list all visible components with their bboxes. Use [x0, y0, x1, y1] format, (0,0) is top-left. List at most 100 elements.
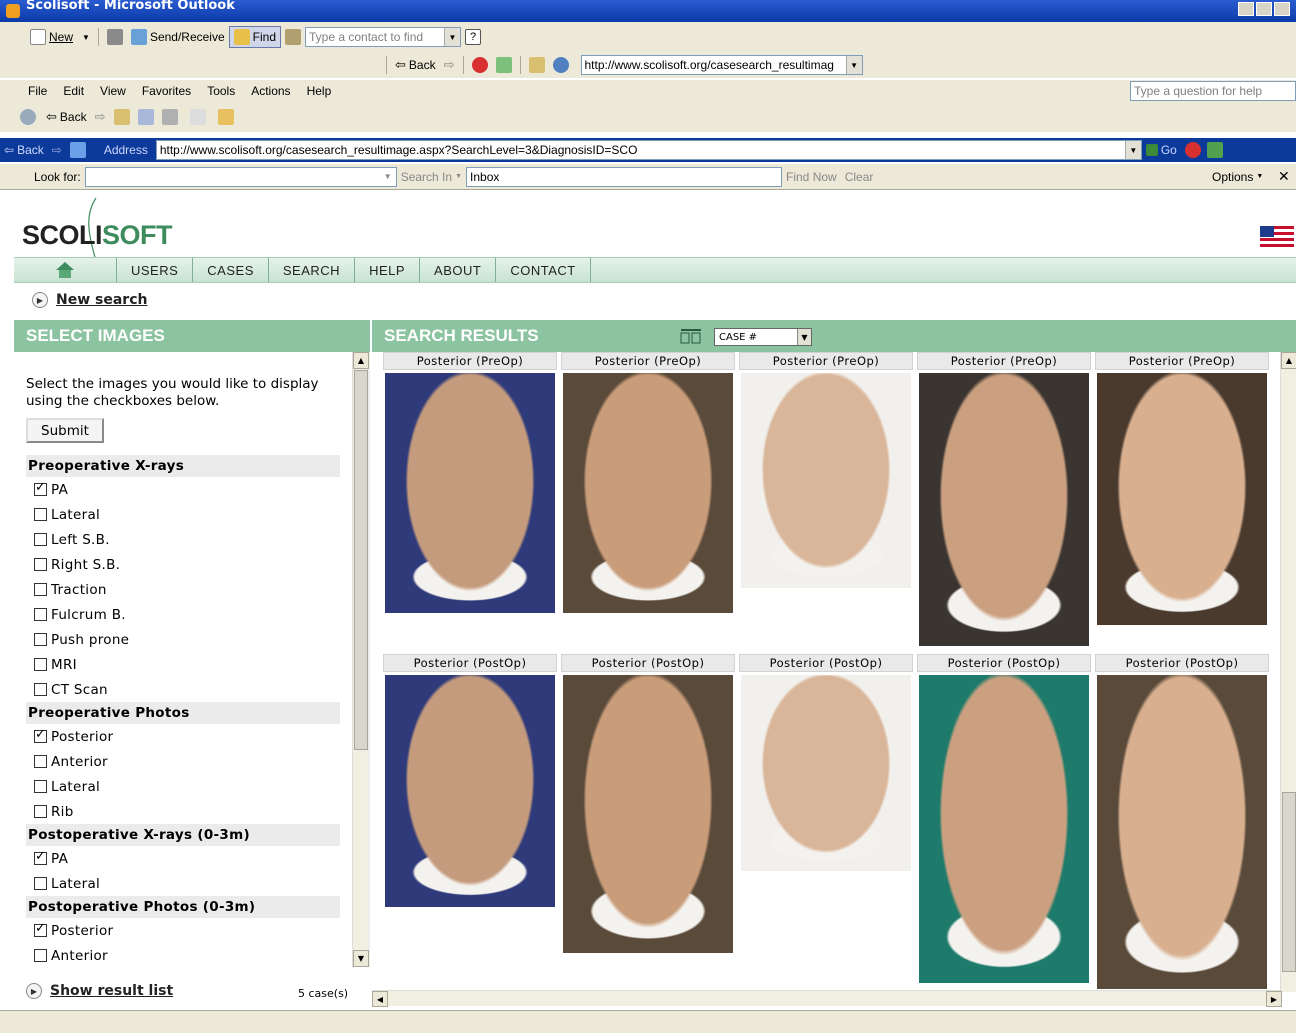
patient-photo[interactable] — [741, 675, 911, 871]
image-option[interactable]: Anterior — [26, 943, 340, 968]
stop-icon[interactable] — [1184, 142, 1201, 158]
image-option[interactable]: Fulcrum B. — [26, 602, 340, 627]
chevron-down-icon[interactable]: ▼ — [1124, 141, 1141, 159]
patient-photo[interactable] — [385, 675, 555, 907]
menu-file[interactable]: File — [20, 84, 55, 98]
address-url-input[interactable]: http://www.scolisoft.org/casesearch_resu… — [155, 140, 1142, 160]
page-icon[interactable] — [1206, 142, 1223, 158]
refresh-icon[interactable] — [69, 142, 86, 158]
option-checkbox[interactable] — [34, 780, 47, 793]
option-checkbox[interactable] — [34, 558, 47, 571]
reading-pane-icon[interactable] — [161, 109, 178, 125]
refresh-icon[interactable] — [495, 57, 512, 73]
chevron-down-icon[interactable]: ▼ — [797, 329, 811, 345]
nav-about[interactable]: ABOUT — [419, 258, 495, 282]
print-button[interactable] — [103, 26, 127, 48]
nav-forward-button[interactable]: ⇨ — [91, 106, 110, 128]
web-url-input[interactable]: http://www.scolisoft.org/casesearch_resu… — [580, 55, 863, 75]
patient-photo[interactable] — [563, 373, 733, 613]
scroll-up-icon[interactable]: ▲ — [353, 352, 369, 369]
image-option[interactable]: Right S.B. — [26, 552, 340, 577]
sort-select[interactable]: CASE # ▼ — [714, 328, 812, 346]
option-checkbox[interactable] — [34, 683, 47, 696]
maximize-button[interactable] — [1256, 2, 1272, 16]
image-option[interactable]: Posterior — [26, 918, 340, 943]
patient-photo[interactable] — [919, 373, 1089, 646]
patient-photo[interactable] — [385, 373, 555, 613]
image-option[interactable]: Rib — [26, 799, 340, 824]
show-result-list-link[interactable]: ▶ Show result list — [26, 983, 173, 999]
nav-search[interactable]: SEARCH — [267, 258, 354, 282]
image-option[interactable]: MRI — [26, 652, 340, 677]
nav-contact[interactable]: CONTACT — [495, 258, 591, 282]
option-checkbox[interactable] — [34, 949, 47, 962]
scroll-thumb[interactable] — [1282, 792, 1296, 972]
menu-view[interactable]: View — [92, 84, 134, 98]
scroll-thumb[interactable] — [354, 370, 368, 750]
folder-list-icon[interactable] — [137, 109, 154, 125]
web-back-button[interactable]: ⇦ Back — [391, 54, 440, 76]
patient-photo[interactable] — [741, 373, 911, 588]
option-checkbox[interactable] — [34, 608, 47, 621]
chevron-down-icon[interactable]: ▼ — [845, 56, 862, 74]
option-checkbox[interactable] — [34, 727, 47, 743]
menu-actions[interactable]: Actions — [243, 84, 298, 98]
scroll-up-icon[interactable]: ▲ — [1281, 352, 1296, 369]
menu-help[interactable]: Help — [299, 84, 340, 98]
image-option[interactable]: Push prone — [26, 627, 340, 652]
search-icon[interactable] — [552, 57, 569, 73]
menu-favorites[interactable]: Favorites — [134, 84, 199, 98]
image-option[interactable]: Lateral — [26, 871, 340, 896]
nav-back-button[interactable]: ⇦ Back — [42, 106, 91, 128]
image-option[interactable]: Left S.B. — [26, 527, 340, 552]
results-horizontal-scrollbar[interactable]: ◀ ▶ — [372, 990, 1282, 1007]
option-checkbox[interactable] — [34, 508, 47, 521]
option-checkbox[interactable] — [34, 658, 47, 671]
menu-tools[interactable]: Tools — [199, 84, 243, 98]
address-forward-button[interactable]: ⇨ — [48, 139, 66, 161]
go-button[interactable]: Go — [1142, 139, 1181, 161]
option-checkbox[interactable] — [34, 805, 47, 818]
find-now-button[interactable]: Find Now — [782, 166, 841, 188]
open-folder-icon[interactable] — [217, 109, 234, 125]
new-button[interactable]: New ▼ — [26, 26, 94, 48]
minimize-button[interactable] — [1238, 2, 1254, 16]
left-vertical-scrollbar[interactable]: ▲ ▼ — [352, 352, 369, 967]
option-checkbox[interactable] — [34, 755, 47, 768]
patient-photo[interactable] — [1097, 675, 1267, 989]
close-icon[interactable]: ✕ — [1278, 169, 1290, 185]
help-button[interactable]: ? — [461, 26, 485, 48]
image-option[interactable]: Anterior — [26, 749, 340, 774]
option-checkbox[interactable] — [34, 849, 47, 865]
image-option[interactable]: Posterior — [26, 724, 340, 749]
image-option[interactable]: PA — [26, 846, 340, 871]
folder-up-icon[interactable] — [113, 109, 130, 125]
home-icon[interactable] — [528, 57, 545, 73]
option-checkbox[interactable] — [34, 533, 47, 546]
address-back-button[interactable]: ⇦ Back — [0, 139, 48, 161]
site-logo[interactable]: SCOLISOFT — [22, 220, 173, 251]
option-checkbox[interactable] — [34, 921, 47, 937]
nav-home[interactable] — [14, 258, 116, 282]
look-for-input[interactable]: ▼ — [84, 166, 397, 187]
patient-photo[interactable] — [919, 675, 1089, 983]
nav-help[interactable]: HELP — [354, 258, 419, 282]
us-flag-icon[interactable] — [1260, 226, 1294, 248]
image-option[interactable]: Lateral — [26, 774, 340, 799]
nav-users[interactable]: USERS — [116, 258, 192, 282]
patient-photo[interactable] — [563, 675, 733, 953]
undo-icon[interactable] — [189, 109, 206, 125]
close-window-button[interactable] — [1274, 2, 1290, 16]
image-option[interactable]: PA — [26, 477, 340, 502]
option-checkbox[interactable] — [34, 877, 47, 890]
submit-button[interactable]: Submit — [26, 418, 104, 443]
options-button[interactable]: Options ▼ — [1208, 166, 1267, 188]
search-in-button[interactable]: Search In ▼ — [397, 166, 466, 188]
option-checkbox[interactable] — [34, 633, 47, 646]
results-vertical-scrollbar[interactable]: ▲ — [1280, 352, 1296, 992]
patient-photo[interactable] — [1097, 373, 1267, 625]
image-option[interactable]: Lateral — [26, 502, 340, 527]
search-in-field[interactable]: Inbox — [466, 166, 783, 187]
web-forward-button[interactable]: ⇨ — [440, 54, 459, 76]
scroll-down-icon[interactable]: ▼ — [353, 950, 369, 967]
